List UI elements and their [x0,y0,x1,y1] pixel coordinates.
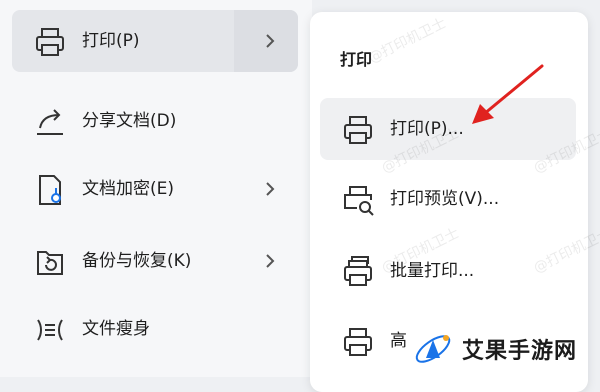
share-icon [37,109,63,135]
print-preview-icon [344,186,374,216]
submenu-item-batch-print[interactable]: 批量打印... [320,240,576,302]
file-menu: 打印(P) 分享文档(D) 文档加密(E) 备份与恢复(K) 文件瘦身 [0,0,312,377]
submenu-item-label: 打印(P)... [390,119,464,139]
annotation-arrow [472,64,544,124]
menu-item-label: 分享文档(D) [82,111,177,131]
brand-name: 艾果手游网 [462,339,578,364]
chevron-right-icon [266,34,275,48]
menu-item-slim[interactable]: 文件瘦身 [12,298,298,360]
printer-icon [344,116,372,144]
submenu-item-print-preview[interactable]: 打印预览(V)... [320,168,576,230]
menu-item-backup[interactable]: 备份与恢复(K) [12,230,298,292]
batch-print-icon [344,256,372,286]
submenu-item-label: 批量打印... [390,261,475,281]
submenu-item-label: 高 [390,331,407,351]
menu-item-print[interactable]: 打印(P) [12,10,298,72]
brand-logo-icon [415,335,451,363]
slim-icon [37,319,63,341]
advanced-print-icon [344,328,372,356]
menu-item-encrypt[interactable]: 文档加密(E) [12,158,298,220]
menu-item-label: 文件瘦身 [82,319,150,339]
menu-item-label: 文档加密(E) [82,179,175,199]
menu-item-share[interactable]: 分享文档(D) [12,90,298,152]
menu-item-label: 备份与恢复(K) [82,251,192,271]
brand-badge: 艾果手游网 [412,324,596,374]
printer-icon [36,28,64,56]
encrypt-doc-icon [39,175,61,205]
submenu-item-label: 打印预览(V)... [390,189,500,209]
chevron-right-icon [266,254,275,268]
backup-icon [37,251,63,275]
menu-item-label: 打印(P) [82,31,140,51]
submenu-title: 打印 [340,50,373,69]
chevron-right-icon [266,182,275,196]
